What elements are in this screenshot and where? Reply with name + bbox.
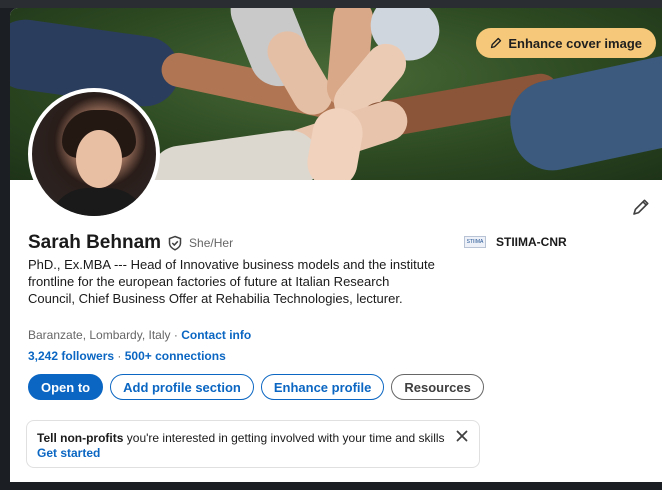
banner-rest-text: you're interested in getting involved wi… [123, 431, 445, 445]
enhance-cover-label: Enhance cover image [508, 35, 642, 51]
name-row: Sarah Behnam She/Her [28, 232, 233, 254]
location-text: Baranzate, Lombardy, Italy [28, 328, 171, 342]
banner-bold-text: Tell non-profits [37, 431, 124, 445]
pencil-icon [491, 37, 502, 49]
verified-shield-icon[interactable] [167, 235, 183, 251]
pronouns: She/Her [189, 236, 234, 250]
banner-text: Tell non-profits you're interested in ge… [37, 431, 469, 446]
window-bottom-edge [0, 482, 662, 490]
enhance-profile-button[interactable]: Enhance profile [260, 374, 385, 400]
followers-separator: · [114, 349, 125, 363]
location-row: Baranzate, Lombardy, Italy · Contact inf… [28, 328, 251, 342]
followers-link[interactable]: 3,242 followers [28, 349, 114, 363]
open-to-button[interactable]: Open to [28, 374, 104, 400]
organization-name: STIIMA-CNR [496, 235, 567, 249]
organization-logo: STIIMA [464, 236, 486, 248]
nonprofit-banner: Tell non-profits you're interested in ge… [26, 420, 480, 468]
contact-info-link[interactable]: Contact info [181, 328, 251, 342]
profile-headline: PhD., Ex.MBA --- Head of Innovative busi… [28, 257, 435, 306]
connections-link[interactable]: 500+ connections [125, 349, 226, 363]
close-icon[interactable] [455, 429, 469, 443]
add-profile-section-button[interactable]: Add profile section [110, 374, 254, 400]
avatar[interactable] [28, 88, 160, 220]
profile-actions: Open to Add profile section Enhance prof… [28, 374, 484, 400]
profile-card: Enhance cover image Sarah Behnam She/Her… [10, 8, 662, 482]
location-separator: · [170, 328, 182, 342]
profile-name: Sarah Behnam [28, 232, 162, 253]
enhance-cover-button[interactable]: Enhance cover image [476, 28, 656, 58]
window-top-edge [0, 0, 662, 8]
network-row: 3,242 followers · 500+ connections [28, 349, 226, 363]
resources-button[interactable]: Resources [391, 374, 484, 400]
get-started-link[interactable]: Get started [37, 446, 469, 460]
organization-item[interactable]: STIIMA STIIMA-CNR [464, 235, 567, 249]
edit-intro-pencil-icon[interactable] [632, 198, 650, 216]
